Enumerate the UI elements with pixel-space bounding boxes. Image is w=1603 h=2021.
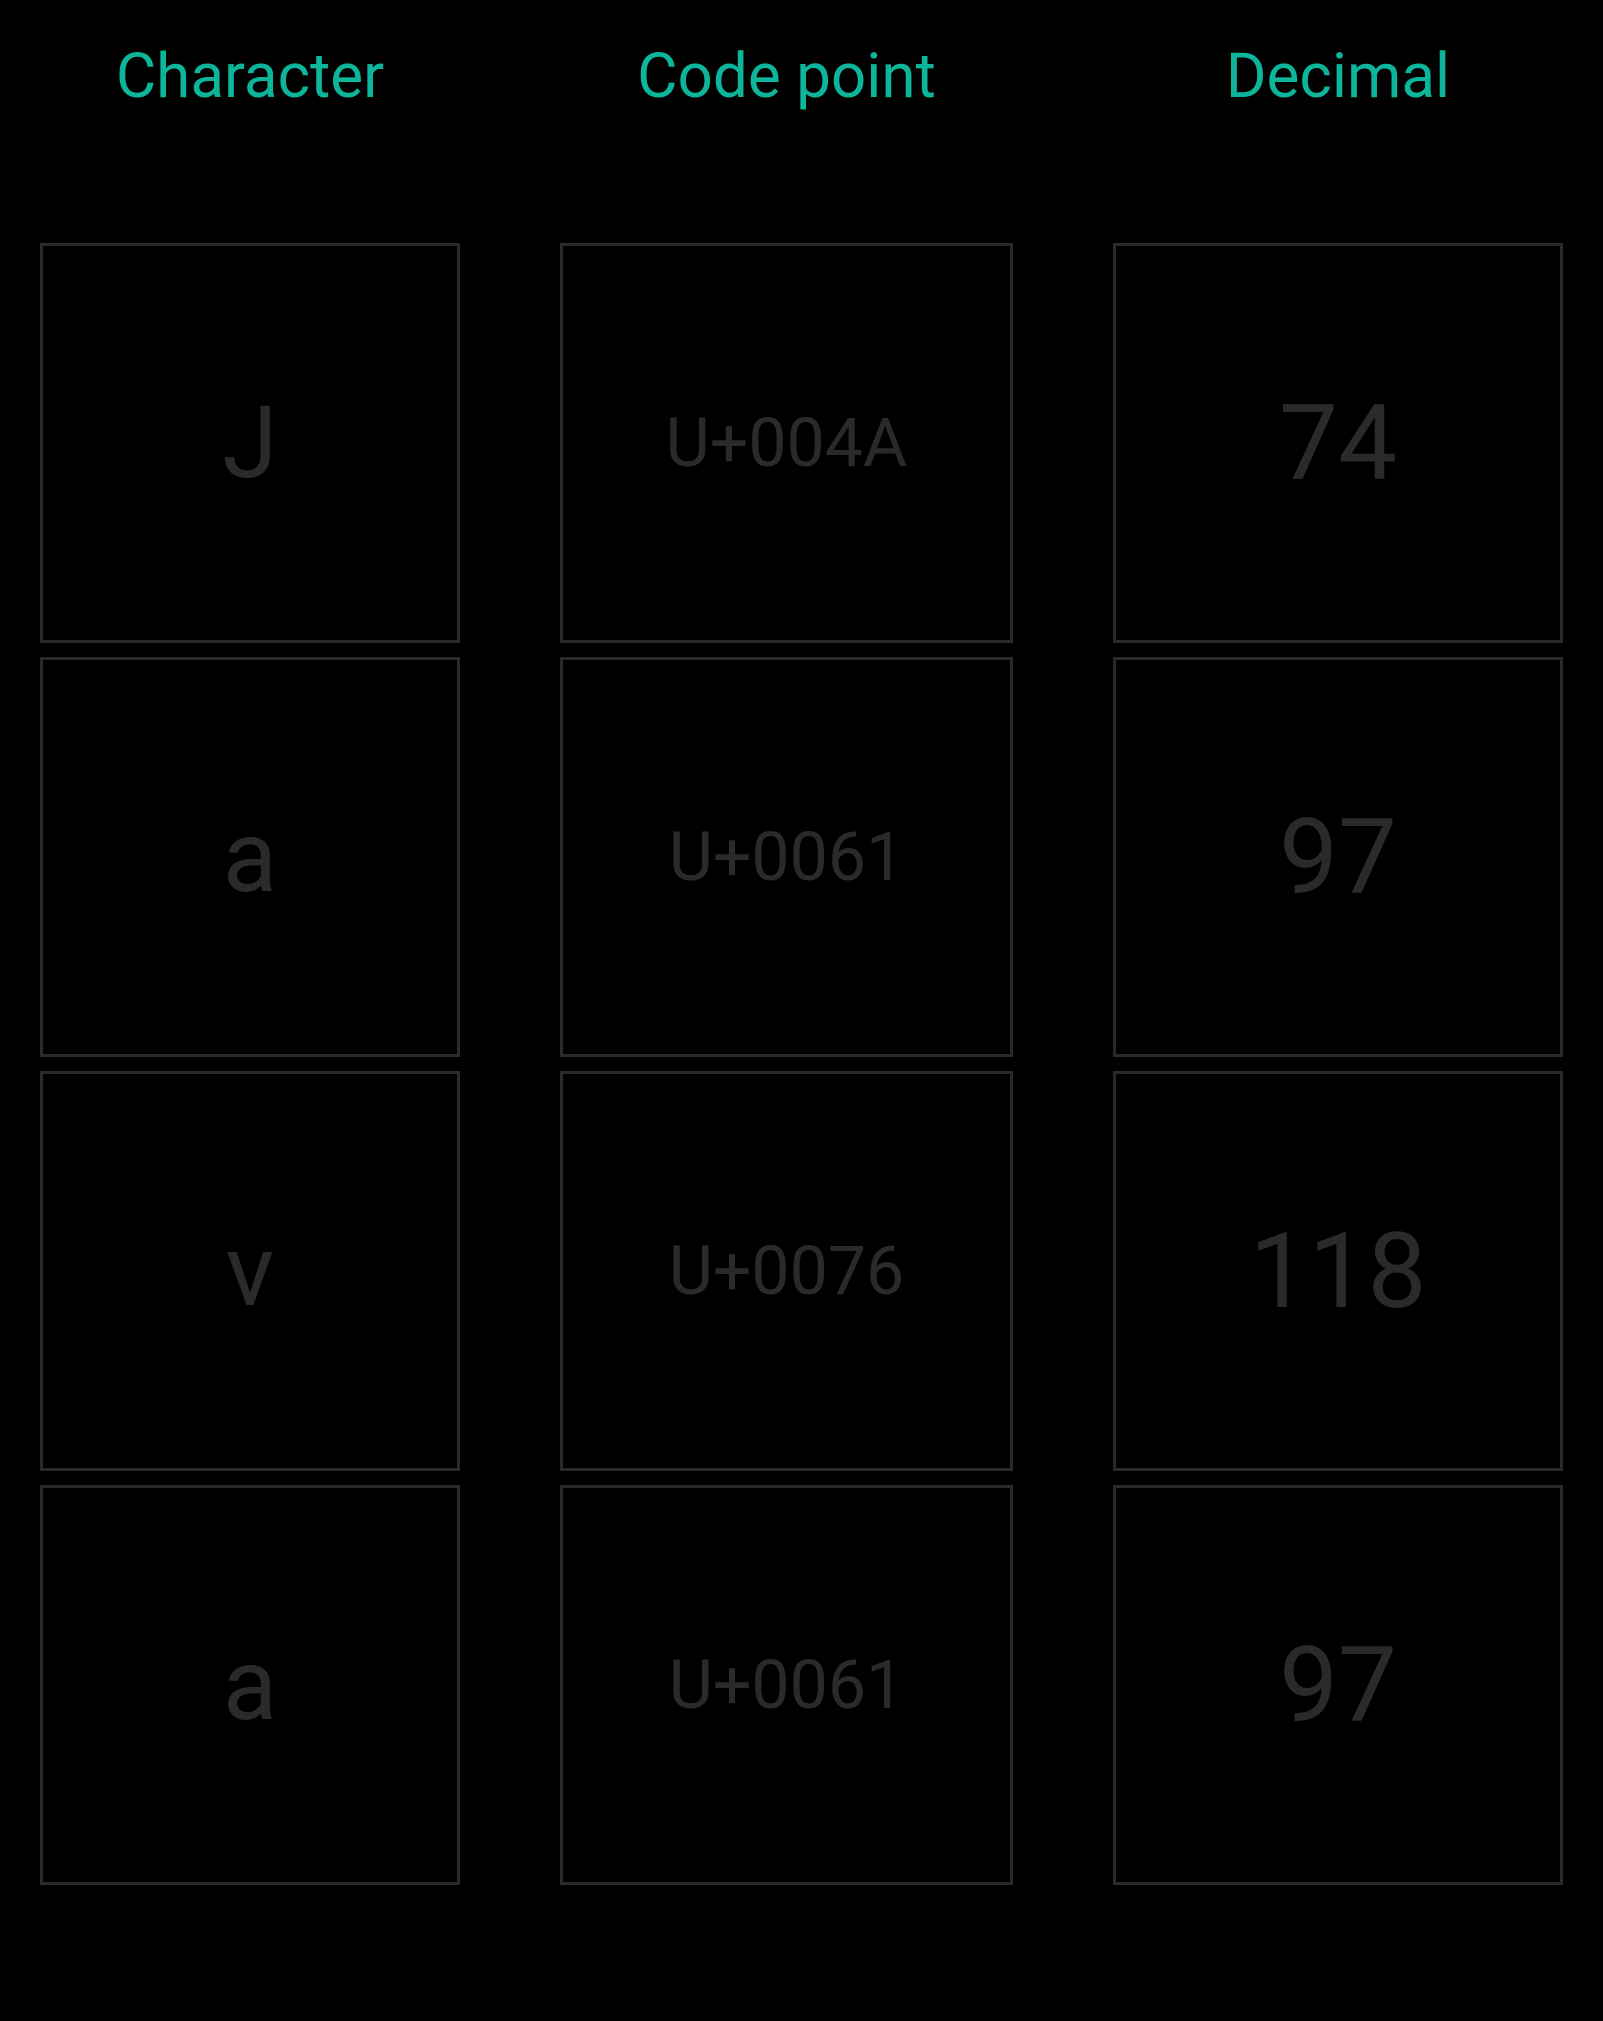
decimal-cell: 74 (1113, 243, 1563, 643)
character-value: J (222, 385, 277, 502)
character-value: a (223, 799, 277, 916)
character-column: Character J a v a (40, 40, 460, 1899)
decimal-header: Decimal (1113, 40, 1563, 113)
decimal-column: Decimal 74 97 118 97 (1113, 40, 1563, 1899)
character-value: a (223, 1627, 277, 1744)
character-header: Character (40, 40, 460, 113)
decimal-value: 97 (1279, 796, 1397, 919)
codepoint-value: U+0061 (669, 817, 905, 897)
codepoint-cell: U+004A (560, 243, 1013, 643)
character-cell: a (40, 1485, 460, 1885)
decimal-cell: 97 (1113, 657, 1563, 1057)
decimal-value: 74 (1279, 382, 1397, 505)
codepoint-value: U+0076 (669, 1231, 905, 1311)
character-value: v (226, 1213, 274, 1330)
decimal-cells: 74 97 118 97 (1113, 243, 1563, 1899)
character-cell: a (40, 657, 460, 1057)
codepoint-value: U+0061 (669, 1645, 905, 1725)
codepoint-cell: U+0061 (560, 1485, 1013, 1885)
character-cells: J a v a (40, 243, 460, 1899)
codepoint-value: U+004A (666, 403, 908, 483)
codepoint-header: Code point (560, 40, 1013, 113)
codepoint-column: Code point U+004A U+0061 U+0076 U+0061 (560, 40, 1013, 1899)
encoding-table: Character J a v a Code point U+004A U+00… (20, 40, 1583, 1899)
character-cell: J (40, 243, 460, 643)
character-cell: v (40, 1071, 460, 1471)
decimal-cell: 97 (1113, 1485, 1563, 1885)
codepoint-cells: U+004A U+0061 U+0076 U+0061 (560, 243, 1013, 1899)
decimal-value: 97 (1279, 1624, 1397, 1747)
decimal-cell: 118 (1113, 1071, 1563, 1471)
codepoint-cell: U+0076 (560, 1071, 1013, 1471)
decimal-value: 118 (1249, 1210, 1426, 1333)
codepoint-cell: U+0061 (560, 657, 1013, 1057)
